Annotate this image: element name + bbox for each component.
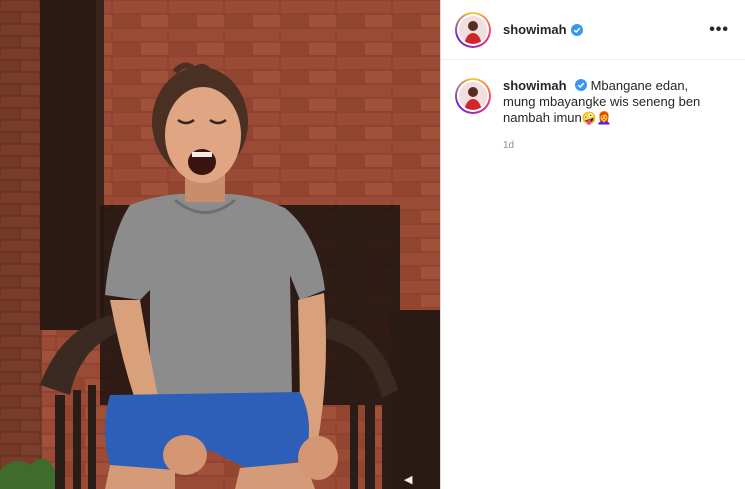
more-horizontal-icon[interactable]: ••• (709, 21, 729, 38)
verified-badge-icon (574, 79, 587, 91)
post-username[interactable]: showimah (503, 22, 567, 37)
avatar-image (459, 15, 487, 44)
avatar[interactable] (455, 11, 491, 48)
caption-avatar[interactable] (455, 78, 491, 114)
audio-icon[interactable]: ◀ (404, 474, 418, 486)
post-frame: ◀ showimah ••• showimah Mbangane edan, m… (0, 0, 745, 489)
verified-badge-icon (570, 23, 583, 36)
caption-comment: showimah Mbangane edan, mung mbayangke wi… (441, 60, 745, 151)
caption-timestamp[interactable]: 1d (503, 140, 723, 151)
post-header: showimah ••• (441, 0, 745, 60)
post-media[interactable]: ◀ (0, 0, 440, 489)
post-side-panel: showimah ••• showimah Mbangane edan, mun… (440, 0, 745, 489)
caption-text: showimah Mbangane edan, mung mbayangke wi… (503, 78, 723, 126)
caption-username[interactable]: showimah (503, 78, 567, 93)
caption-emoji: 🤪👩‍🦰 (581, 111, 612, 125)
post-photo (0, 0, 440, 489)
avatar-image (459, 82, 487, 110)
